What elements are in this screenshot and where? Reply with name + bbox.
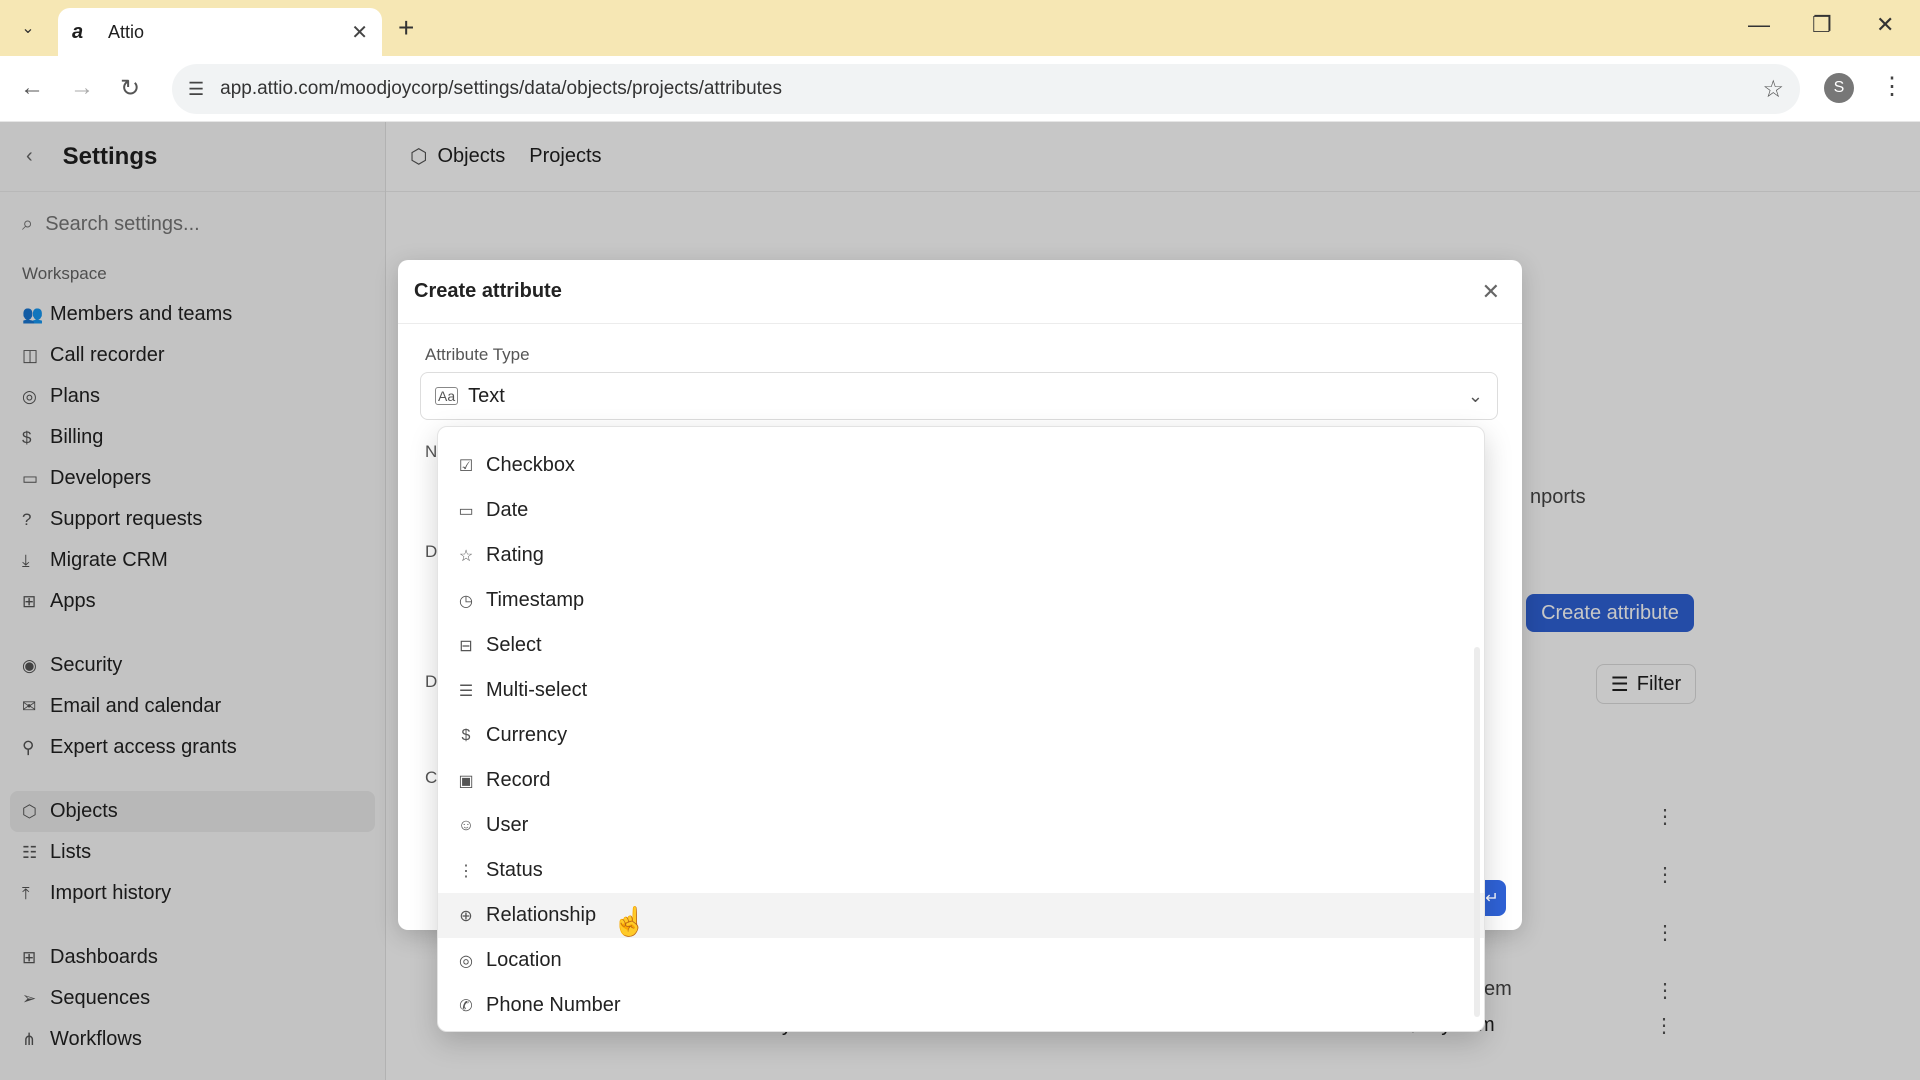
forward-icon[interactable]: →: [70, 74, 94, 102]
attribute-type-label: Attribute Type: [425, 345, 530, 364]
option-label: Phone Number: [486, 994, 621, 1016]
user-icon: ☺: [457, 816, 475, 834]
option-date[interactable]: ▭ Date: [438, 488, 1484, 533]
option-label: User: [486, 814, 529, 836]
new-tab-button[interactable]: +: [398, 12, 414, 44]
status-icon: ⋮: [458, 862, 474, 880]
option-label: Checkbox: [486, 454, 575, 476]
address-bar-row: ← → ↻ ☰ app.attio.com/moodjoycorp/settin…: [0, 56, 1920, 122]
option-label: Multi-select: [486, 679, 588, 701]
default-field-label: D: [425, 672, 438, 691]
modal-title: Create attribute: [414, 280, 562, 302]
hand-cursor-icon: ☝: [612, 906, 647, 937]
select-icon: ⊟: [459, 637, 473, 655]
option-checkbox[interactable]: ☑ Checkbox: [438, 443, 1484, 488]
close-icon[interactable]: ✕: [1482, 279, 1500, 305]
site-info-icon[interactable]: ☰: [188, 79, 204, 100]
dropdown-scrollbar[interactable]: [1474, 647, 1480, 1017]
option-record[interactable]: ▣ Record: [438, 758, 1484, 803]
relationship-icon: ⊕: [459, 907, 473, 925]
option-label: Select: [486, 634, 542, 656]
tab-close-icon[interactable]: ✕: [351, 20, 368, 45]
option-label: Currency: [486, 724, 568, 746]
option-timestamp[interactable]: ◷ Timestamp: [438, 578, 1484, 623]
browser-tab-bar: ⌄ a Attio ✕ + — ❐ ✕: [0, 0, 1920, 56]
option-location[interactable]: ◎ Location: [438, 938, 1484, 983]
clock-icon: ◷: [459, 592, 473, 610]
option-currency[interactable]: $ Currency: [438, 713, 1484, 758]
record-icon: ▣: [458, 772, 474, 790]
option-label: Status: [486, 859, 543, 881]
window-close-icon[interactable]: ✕: [1876, 12, 1894, 38]
url-text[interactable]: app.attio.com/moodjoycorp/settings/data/…: [220, 78, 1762, 100]
option-label: Record: [486, 769, 551, 791]
option-phone-number[interactable]: ✆ Phone Number: [438, 983, 1484, 1028]
modal-header: Create attribute ✕: [398, 260, 1522, 324]
option-status[interactable]: ⋮ Status: [438, 848, 1484, 893]
option-label: Location: [486, 949, 562, 971]
bookmark-star-icon[interactable]: ☆: [1762, 75, 1784, 104]
text-type-icon: Aa: [435, 387, 459, 405]
option-rating[interactable]: ☆ Rating: [438, 533, 1484, 578]
restore-icon[interactable]: ❐: [1812, 12, 1832, 38]
selected-type: Text: [468, 384, 505, 407]
attribute-type-dropdown: ☑ Checkbox ▭ Date ☆ Rating ◷ Timestamp ⊟ Sele…: [437, 426, 1485, 1032]
star-icon: ☆: [458, 547, 474, 565]
currency-icon: $: [461, 726, 471, 744]
option-label: Date: [486, 499, 529, 521]
omnibox[interactable]: ☰ app.attio.com/moodjoycorp/settings/dat…: [172, 64, 1800, 114]
option-label: Timestamp: [486, 589, 585, 611]
location-icon: ◎: [459, 952, 473, 970]
tab-title: Attio: [108, 21, 145, 42]
chevron-down-icon[interactable]: ⌄: [1468, 386, 1483, 407]
option-relationship[interactable]: ⊕ Relationship: [438, 893, 1484, 938]
attio-favicon-icon: a: [72, 20, 84, 43]
profile-avatar[interactable]: S: [1824, 73, 1854, 103]
name-field-label: N: [425, 442, 438, 461]
option-label: Rating: [486, 544, 544, 566]
tab-search-chevron-icon[interactable]: ⌄: [10, 10, 46, 46]
calendar-icon: ▭: [458, 502, 474, 520]
multi-select-icon: ☰: [458, 682, 474, 700]
minimize-icon[interactable]: —: [1748, 12, 1770, 38]
description-field-label: D: [425, 542, 438, 561]
reload-icon[interactable]: ↻: [120, 74, 140, 103]
option-multi-select[interactable]: ☰ Multi-select: [438, 668, 1484, 713]
config-field-label: C: [425, 768, 438, 787]
browser-tab[interactable]: a Attio ✕: [58, 8, 382, 56]
browser-menu-icon[interactable]: ⋮: [1880, 72, 1904, 101]
option-user[interactable]: ☺ User: [438, 803, 1484, 848]
back-icon[interactable]: ←: [20, 74, 44, 102]
checkbox-icon: ☑: [458, 457, 474, 475]
option-label: Relationship: [486, 904, 597, 926]
attribute-type-select[interactable]: Aa Text ⌄: [420, 372, 1498, 420]
phone-icon: ✆: [459, 997, 473, 1015]
option-select[interactable]: ⊟ Select: [438, 623, 1484, 668]
